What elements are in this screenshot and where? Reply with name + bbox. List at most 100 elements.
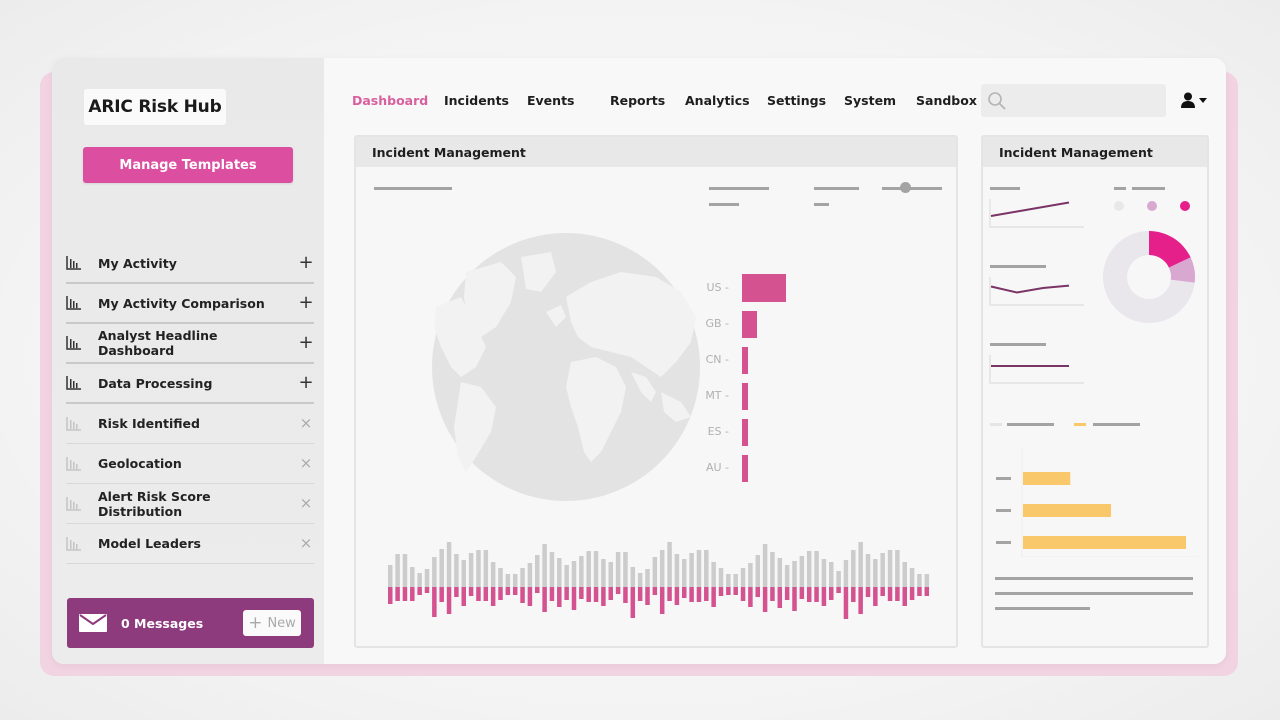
nav-reports[interactable]: Reports: [610, 93, 665, 108]
sidebar-item[interactable]: Alert Risk Score Distribution ×: [66, 484, 314, 524]
text-placeholder-line: [995, 592, 1193, 595]
plus-icon[interactable]: +: [298, 334, 314, 352]
main-area: Dashboard Incidents Events Reports Analy…: [324, 58, 1226, 664]
waveform-bar-down: [851, 587, 856, 602]
horizontal-bar-chart: [996, 449, 1198, 557]
waveform-bar-up: [704, 550, 709, 587]
plus-icon[interactable]: +: [298, 254, 314, 272]
waveform-bar-up: [388, 565, 393, 587]
sidebar-item[interactable]: Analyst Headline Dashboard +: [66, 324, 314, 364]
waveform-bar-up: [917, 574, 922, 587]
close-icon[interactable]: ×: [298, 536, 314, 551]
legend-placeholder: [1132, 187, 1165, 190]
nav-incidents[interactable]: Incidents: [444, 93, 509, 108]
waveform-bar-down: [895, 587, 900, 601]
hbar-label-placeholder: [996, 477, 1011, 480]
country-bar-au[interactable]: [742, 455, 749, 482]
sidebar-item[interactable]: Risk Identified ×: [66, 404, 314, 444]
waveform-bar-up: [564, 565, 569, 587]
new-message-button[interactable]: + New: [243, 610, 301, 636]
close-icon[interactable]: ×: [298, 496, 314, 511]
waveform-bar-down: [402, 587, 408, 601]
sparkline-title-placeholder: [990, 265, 1046, 268]
waveform-bar-down: [711, 587, 716, 607]
close-icon[interactable]: ×: [298, 456, 314, 471]
waveform-bar-up: [630, 567, 636, 587]
sidebar-item[interactable]: Data Processing +: [66, 364, 314, 404]
country-label: GB -: [705, 317, 729, 330]
waveform-bar-down: [498, 587, 503, 600]
slider-thumb[interactable]: [900, 182, 912, 193]
hbar-bar[interactable]: [1023, 472, 1071, 485]
plus-icon[interactable]: +: [298, 374, 314, 392]
waveform-bar-down: [630, 587, 636, 618]
sidebar-item[interactable]: Geolocation ×: [66, 444, 314, 484]
legend-dot-light-purple: [1147, 201, 1157, 211]
waveform-bar-up: [593, 551, 599, 587]
waveform-bar-up: [711, 562, 716, 587]
waveform-bar-down: [902, 587, 907, 606]
waveform-bar-up: [689, 553, 694, 587]
sidebar-item[interactable]: Model Leaders ×: [66, 524, 314, 564]
country-bar-es[interactable]: [742, 419, 749, 446]
close-icon[interactable]: ×: [298, 416, 314, 431]
side-panel-title: Incident Management: [983, 137, 1207, 167]
waveform-bar-down: [799, 587, 805, 599]
waveform-bar-down: [880, 587, 885, 596]
waveform-bar-up: [858, 542, 863, 587]
waveform-bar-up: [667, 542, 672, 587]
waveform-bar-down: [535, 587, 540, 593]
user-menu[interactable]: [1180, 92, 1208, 108]
legend-swatch-gray: [990, 423, 1002, 426]
waveform-bar-up: [424, 569, 430, 587]
bar-chart-icon: [66, 296, 82, 310]
nav-events[interactable]: Events: [527, 93, 574, 108]
incident-management-panel: Incident Management US - GB - CN - MT - …: [354, 135, 958, 648]
waveform-bar-up: [454, 554, 459, 587]
range-slider[interactable]: [882, 181, 942, 195]
bar-chart-icon: [66, 336, 82, 350]
sidebar-item-label: Analyst Headline Dashboard: [98, 328, 218, 358]
waveform-bar-down: [623, 587, 628, 603]
sidebar-item-label: My Activity: [98, 255, 177, 271]
waveform-bar-down: [527, 587, 533, 606]
country-bar-mt[interactable]: [742, 383, 749, 410]
messages-count: 0 Messages: [121, 615, 204, 631]
waveform-bar-up: [512, 574, 518, 587]
waveform-bar-up: [520, 568, 525, 587]
country-label: ES -: [707, 425, 729, 438]
new-message-label: New: [267, 615, 296, 631]
app-title: ARIC Risk Hub: [84, 89, 226, 125]
nav-analytics[interactable]: Analytics: [685, 93, 750, 108]
sidebar-item[interactable]: My Activity +: [66, 244, 314, 284]
nav-sandbox[interactable]: Sandbox: [916, 93, 977, 108]
waveform-bar-down: [424, 587, 430, 593]
waveform-bar-down: [439, 587, 444, 602]
country-bar-gb[interactable]: [742, 311, 757, 338]
nav-system[interactable]: System: [844, 93, 896, 108]
waveform-bar-up: [748, 563, 753, 587]
waveform-bar-up: [880, 553, 885, 587]
waveform-bar-down: [814, 587, 819, 602]
sidebar-item-label: My Activity Comparison: [98, 295, 265, 311]
waveform-bar-down: [586, 587, 591, 602]
sparkline-group: [989, 187, 1084, 384]
country-bar-cn[interactable]: [742, 347, 749, 374]
plus-icon[interactable]: +: [298, 294, 314, 312]
waveform-bar-down: [909, 587, 915, 600]
country-bar-us[interactable]: [742, 274, 786, 302]
manage-templates-button[interactable]: Manage Templates: [83, 147, 293, 183]
hbar-bar[interactable]: [1023, 536, 1186, 549]
waveform-bar-up: [674, 554, 680, 587]
placeholder-line: [709, 187, 769, 190]
nav-dashboard[interactable]: Dashboard: [352, 93, 428, 108]
search-input[interactable]: [981, 84, 1166, 117]
hbar-bar[interactable]: [1023, 504, 1112, 517]
waveform-bar-down: [476, 587, 481, 601]
waveform-bar-down: [490, 587, 496, 606]
waveform-bar-down: [924, 587, 930, 596]
sidebar-item[interactable]: My Activity Comparison +: [66, 284, 314, 324]
nav-settings[interactable]: Settings: [767, 93, 826, 108]
waveform-bar-down: [468, 587, 474, 596]
waveform-bar-down: [777, 587, 783, 608]
